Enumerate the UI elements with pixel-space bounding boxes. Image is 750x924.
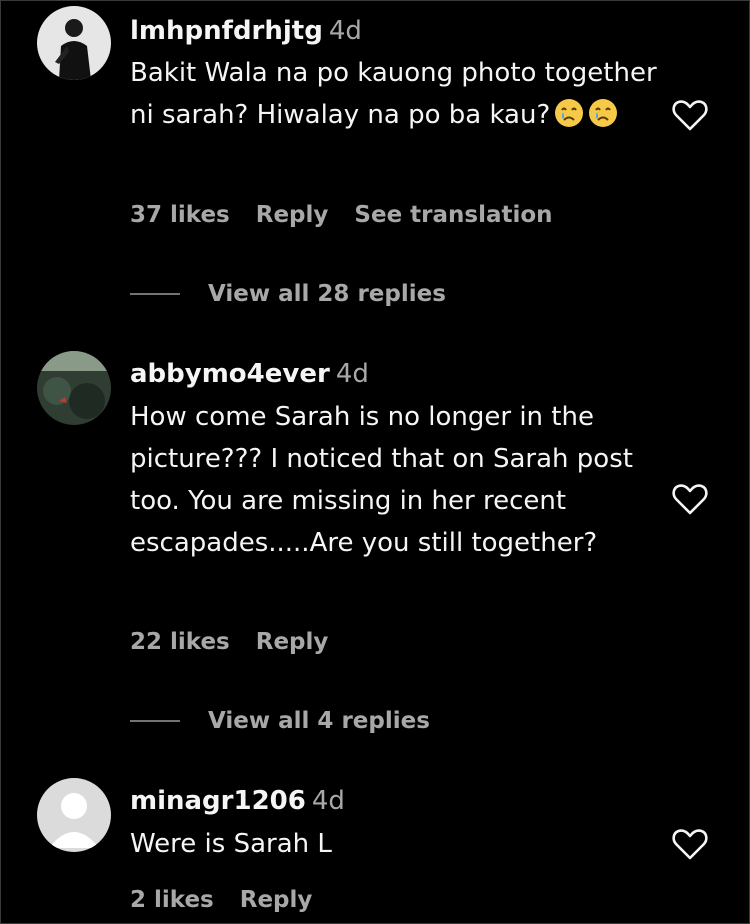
crying-face-emoji (555, 99, 584, 127)
comment-text: Bakit Wala na po kauong photo together n… (130, 52, 660, 136)
comment-actions: 22 likes Reply (130, 629, 354, 655)
crying-face-emoji (589, 99, 618, 127)
reply-button[interactable]: Reply (256, 202, 329, 228)
replies-divider (130, 720, 180, 722)
view-replies-button[interactable]: View all 4 replies (130, 706, 430, 736)
likes-count[interactable]: 37 likes (130, 202, 230, 228)
comment-text: Were is Sarah L (130, 823, 660, 865)
comment-actions: 37 likes Reply See translation (130, 202, 579, 228)
replies-divider (130, 293, 180, 295)
comment-body: Were is Sarah L (130, 829, 332, 859)
comment-body: How come Sarah is no longer in the pictu… (130, 402, 633, 558)
avatar[interactable] (37, 351, 111, 425)
see-translation-button[interactable]: See translation (354, 202, 552, 228)
heart-outline-icon[interactable] (671, 827, 709, 861)
timestamp: 4d (311, 786, 345, 816)
username-link[interactable]: lmhpnfdrhjtg (130, 16, 323, 46)
username-link[interactable]: minagr1206 (130, 786, 306, 816)
comment-actions: 2 likes Reply (130, 887, 338, 913)
avatar[interactable] (37, 6, 111, 80)
comment-header: minagr1206 4d (130, 785, 345, 817)
avatar[interactable] (37, 778, 111, 852)
timestamp: 4d (335, 359, 369, 389)
heart-outline-icon[interactable] (671, 482, 709, 516)
comment-header: abbymo4ever 4d (130, 358, 369, 390)
likes-count[interactable]: 22 likes (130, 629, 230, 655)
view-replies-button[interactable]: View all 28 replies (130, 279, 446, 309)
reply-button[interactable]: Reply (240, 887, 313, 913)
comment-text: How come Sarah is no longer in the pictu… (130, 396, 650, 564)
username-link[interactable]: abbymo4ever (130, 359, 330, 389)
comment-header: lmhpnfdrhjtg 4d (130, 15, 362, 47)
reply-button[interactable]: Reply (256, 629, 329, 655)
likes-count[interactable]: 2 likes (130, 887, 214, 913)
view-replies-label: View all 4 replies (208, 708, 430, 734)
view-replies-label: View all 28 replies (208, 281, 446, 307)
comments-panel: lmhpnfdrhjtg 4d Bakit Wala na po kauong p… (0, 0, 750, 924)
heart-outline-icon[interactable] (671, 98, 709, 132)
timestamp: 4d (328, 16, 362, 46)
